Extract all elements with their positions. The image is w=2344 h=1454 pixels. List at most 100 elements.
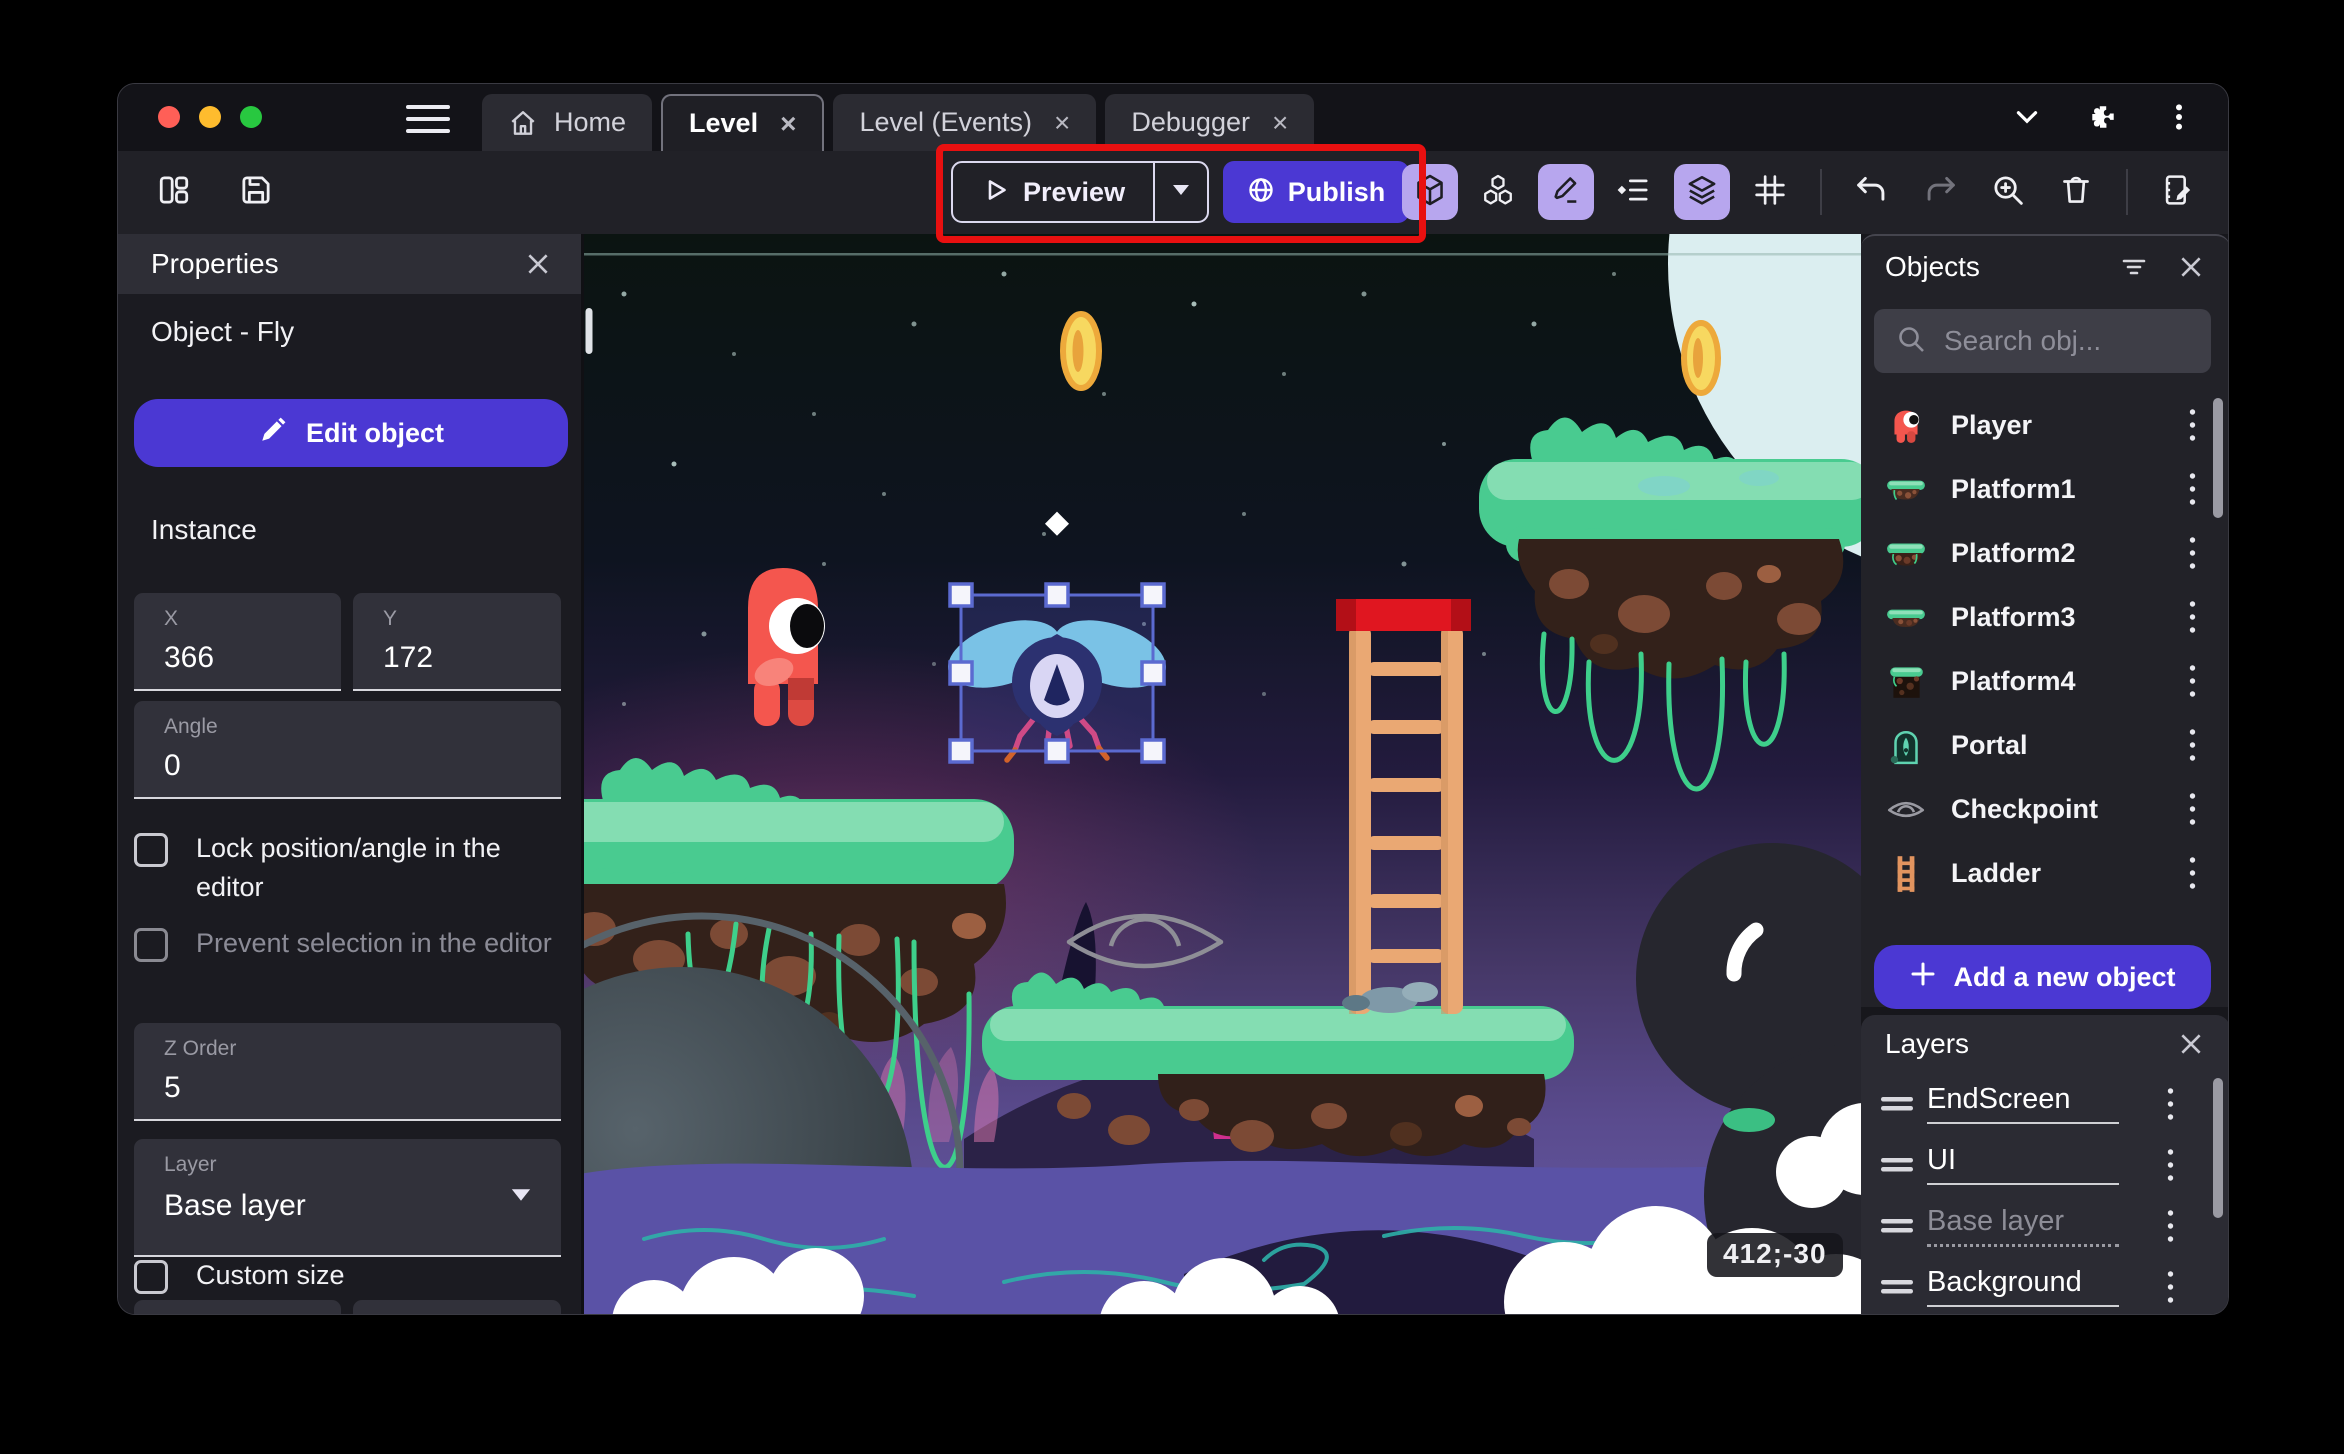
layer-row-base-layer[interactable]: Base layer bbox=[1861, 1195, 2213, 1256]
scene-edit-button[interactable] bbox=[2150, 164, 2206, 220]
maximize-window-button[interactable] bbox=[240, 106, 262, 128]
instances-list-button[interactable] bbox=[1606, 164, 1662, 220]
tab-home[interactable]: Home bbox=[482, 94, 653, 151]
scene-edit-icon bbox=[2161, 173, 2195, 212]
filter-icon[interactable] bbox=[2116, 249, 2152, 285]
selected-object-label: Object - Fly bbox=[151, 316, 295, 347]
properties-header: Properties bbox=[118, 234, 581, 294]
prevent-selection-checkbox[interactable] bbox=[134, 928, 168, 962]
close-icon[interactable] bbox=[2174, 250, 2208, 284]
objects-cubes-button[interactable] bbox=[1470, 164, 1526, 220]
layer-select[interactable]: Layer Base layer bbox=[134, 1139, 561, 1257]
panels-button[interactable] bbox=[146, 164, 202, 220]
close-window-button[interactable] bbox=[158, 106, 180, 128]
toolbar-separator bbox=[1820, 169, 1822, 215]
canvas-left-scrollbar[interactable] bbox=[585, 308, 593, 354]
plus-icon bbox=[1909, 960, 1937, 995]
drag-handle-icon[interactable] bbox=[1879, 1274, 1915, 1300]
minimize-window-button[interactable] bbox=[199, 106, 221, 128]
edit-object-button[interactable]: Edit object bbox=[134, 399, 568, 467]
object-row-portal[interactable]: Portal bbox=[1861, 713, 2213, 777]
kebab-menu-icon[interactable] bbox=[2187, 534, 2199, 572]
kebab-menu-icon[interactable] bbox=[2187, 406, 2199, 444]
publish-button[interactable]: Publish bbox=[1223, 161, 1409, 223]
scene-canvas[interactable]: 412;-30 bbox=[584, 234, 1861, 1314]
y-field-input[interactable] bbox=[383, 641, 535, 675]
x-field-input[interactable] bbox=[164, 641, 315, 675]
object-row-platform1[interactable]: Platform1 bbox=[1861, 457, 2213, 521]
edit-pencil-button[interactable] bbox=[1538, 164, 1594, 220]
kebab-menu-icon[interactable] bbox=[2187, 790, 2199, 828]
kebab-menu-icon[interactable] bbox=[2165, 1085, 2177, 1123]
tab-level-events-[interactable]: Level (Events) × bbox=[833, 94, 1097, 151]
preview-options-caret[interactable] bbox=[1153, 163, 1207, 221]
kebab-menu-icon[interactable] bbox=[2187, 854, 2199, 892]
objects-list: Player Platform1 Platform2 Platform3 Pla… bbox=[1861, 393, 2213, 905]
close-icon[interactable] bbox=[521, 247, 555, 281]
scene-graphics bbox=[584, 234, 1861, 1314]
object-row-checkpoint[interactable]: Checkpoint bbox=[1861, 777, 2213, 841]
custom-size-checkbox[interactable] bbox=[134, 1260, 168, 1294]
view-3d-button[interactable] bbox=[1402, 164, 1458, 220]
drag-handle-icon[interactable] bbox=[1879, 1152, 1915, 1178]
extensions-icon[interactable] bbox=[2084, 98, 2122, 136]
save-button[interactable] bbox=[228, 164, 284, 220]
redo-button[interactable] bbox=[1912, 164, 1968, 220]
kebab-menu-icon[interactable] bbox=[2165, 1146, 2177, 1184]
kebab-menu-icon[interactable] bbox=[2165, 1207, 2177, 1245]
chevron-down-icon[interactable] bbox=[2008, 98, 2046, 136]
edit-object-label: Edit object bbox=[305, 417, 444, 448]
tab-level[interactable]: Level × bbox=[661, 94, 825, 151]
object-row-player[interactable]: Player bbox=[1861, 393, 2213, 457]
angle-field-input[interactable] bbox=[164, 749, 502, 783]
layer-row-ui[interactable]: UI bbox=[1861, 1134, 2213, 1195]
lock-position-checkbox[interactable] bbox=[134, 833, 168, 867]
kebab-menu-icon[interactable] bbox=[2187, 470, 2199, 508]
coin-sprite[interactable] bbox=[1681, 320, 1721, 396]
preview-button[interactable]: Preview bbox=[953, 163, 1153, 221]
redo-icon bbox=[1923, 173, 1957, 212]
tab-strip: Home Level × Level (Events) × Debugger × bbox=[482, 94, 1315, 151]
tab-bar: Home Level × Level (Events) × Debugger × bbox=[118, 84, 2228, 151]
object-row-platform2[interactable]: Platform2 bbox=[1861, 521, 2213, 585]
object-row-platform4[interactable]: Platform4 bbox=[1861, 649, 2213, 713]
lock-position-checkbox-row[interactable]: Lock position/angle in the editor bbox=[134, 829, 554, 907]
zorder-field-input[interactable] bbox=[164, 1071, 502, 1105]
kebab-menu-icon[interactable] bbox=[2187, 598, 2199, 636]
drag-handle-icon[interactable] bbox=[1879, 1091, 1915, 1117]
kebab-menu-icon[interactable] bbox=[2165, 1268, 2177, 1306]
objects-scrollbar[interactable] bbox=[2213, 398, 2223, 518]
custom-size-checkbox-row[interactable]: Custom size bbox=[134, 1256, 345, 1295]
undo-button[interactable] bbox=[1844, 164, 1900, 220]
ladder-top-cap bbox=[1336, 599, 1471, 631]
grid-button[interactable] bbox=[1742, 164, 1798, 220]
ladder-icon bbox=[1885, 852, 1927, 894]
layer-select-label: Layer bbox=[164, 1153, 217, 1176]
kebab-menu-icon[interactable] bbox=[2187, 726, 2199, 764]
tab-debugger[interactable]: Debugger × bbox=[1105, 94, 1315, 151]
more-icon[interactable] bbox=[2160, 98, 2198, 136]
canvas-top-scrollbar[interactable] bbox=[584, 253, 1861, 256]
zoom-in-button[interactable] bbox=[1980, 164, 2036, 220]
layers-scrollbar[interactable] bbox=[2213, 1078, 2223, 1218]
layers-stack-button[interactable] bbox=[1674, 164, 1730, 220]
coin-sprite[interactable] bbox=[1060, 311, 1102, 391]
close-tab-icon[interactable]: × bbox=[1266, 107, 1288, 139]
layer-row-endscreen[interactable]: EndScreen bbox=[1861, 1073, 2213, 1134]
object-row-ladder[interactable]: Ladder bbox=[1861, 841, 2213, 905]
trash-button[interactable] bbox=[2048, 164, 2104, 220]
kebab-menu-icon[interactable] bbox=[2187, 662, 2199, 700]
object-search-input[interactable] bbox=[1944, 325, 2189, 357]
drag-handle-icon[interactable] bbox=[1879, 1213, 1915, 1239]
add-object-button[interactable]: Add a new object bbox=[1874, 945, 2211, 1009]
fly-sprite[interactable] bbox=[940, 595, 1175, 763]
close-icon[interactable] bbox=[2174, 1027, 2208, 1061]
close-tab-icon[interactable]: × bbox=[1048, 107, 1070, 139]
close-tab-icon[interactable]: × bbox=[774, 108, 796, 140]
menu-icon[interactable] bbox=[406, 102, 450, 136]
layer-row-background[interactable]: Background bbox=[1861, 1256, 2213, 1314]
prevent-selection-checkbox-row[interactable]: Prevent selection in the editor bbox=[134, 924, 554, 963]
object-row-platform3[interactable]: Platform3 bbox=[1861, 585, 2213, 649]
y-field-label: Y bbox=[383, 607, 398, 630]
globe-icon bbox=[1247, 176, 1275, 209]
